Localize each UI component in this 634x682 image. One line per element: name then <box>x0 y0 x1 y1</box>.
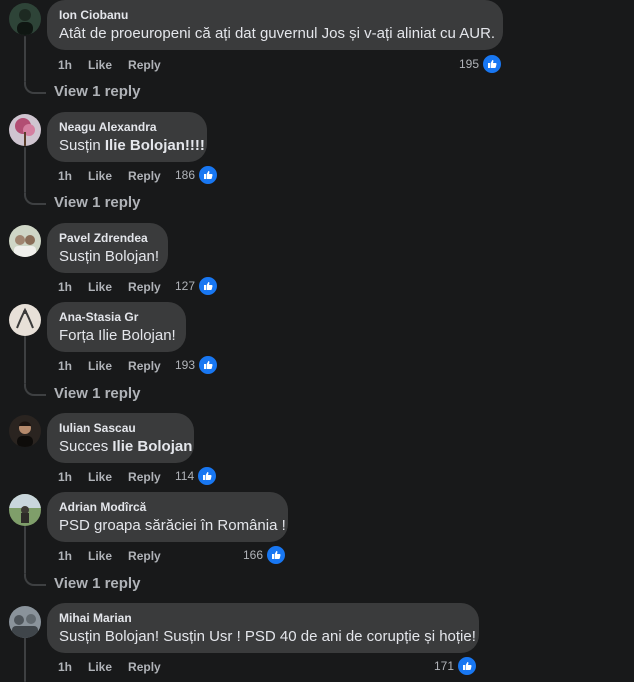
timestamp[interactable]: 1h <box>58 280 72 294</box>
view-replies-link[interactable]: View 1 reply <box>54 194 140 211</box>
comment-bubble: Adrian Modîrcă PSD groapa sărăciei în Ro… <box>47 492 288 542</box>
like-button[interactable]: Like <box>88 58 112 72</box>
thread-line <box>24 526 26 574</box>
comment-text: Succes Ilie Bolojan <box>59 437 192 457</box>
thread-line <box>24 147 26 193</box>
reaction-count[interactable]: 166 <box>243 545 287 565</box>
timestamp[interactable]: 1h <box>58 470 72 484</box>
comment-text-highlight[interactable]: Ilie Bolojan!!!! <box>105 137 205 154</box>
timestamp[interactable]: 1h <box>58 359 72 373</box>
comment-text: PSD groapa sărăciei în România ! <box>59 517 286 534</box>
timestamp[interactable]: 1h <box>58 549 72 563</box>
comment-actions: 1h Like Reply <box>58 168 177 184</box>
comment-bubble: Iulian Sascau Succes Ilie Bolojan <box>47 413 194 463</box>
reaction-count-value: 186 <box>175 168 196 182</box>
view-replies-link[interactable]: View 1 reply <box>54 575 140 592</box>
comment-author[interactable]: Adrian Modîrcă <box>59 499 276 515</box>
reaction-count-value: 171 <box>434 659 455 673</box>
comment-text: Susțin Bolojan! Susțin Usr ! PSD 40 de a… <box>59 628 476 645</box>
thread-line <box>24 636 26 682</box>
comment-author[interactable]: Pavel Zdrendea <box>59 230 156 246</box>
timestamp[interactable]: 1h <box>58 58 72 72</box>
reply-button[interactable]: Reply <box>128 470 161 484</box>
avatar[interactable] <box>9 606 41 638</box>
comment-text: Susțin Ilie Bolojan!!!! <box>59 136 205 156</box>
comment-bubble: Mihai Marian Susțin Bolojan! Susțin Usr … <box>47 603 479 653</box>
comment-bubble: Pavel Zdrendea Susțin Bolojan! <box>47 223 168 273</box>
thread-curve <box>24 384 46 396</box>
thread-line <box>24 336 26 384</box>
timestamp[interactable]: 1h <box>58 169 72 183</box>
timestamp[interactable]: 1h <box>58 660 72 674</box>
comment-actions: 1h Like Reply <box>58 57 177 73</box>
reply-button[interactable]: Reply <box>128 280 161 294</box>
thread-curve <box>24 193 46 205</box>
reaction-count-value: 195 <box>459 57 480 71</box>
avatar[interactable] <box>9 225 41 257</box>
comment-text-highlight[interactable]: Ilie Bolojan <box>112 438 192 455</box>
avatar[interactable] <box>9 494 41 526</box>
comment-actions: 1h Like Reply <box>58 279 177 295</box>
thread-line <box>24 36 26 82</box>
reaction-count-value: 114 <box>175 469 195 483</box>
comment-author[interactable]: Neagu Alexandra <box>59 119 195 135</box>
comment-author[interactable]: Ana-Stasia Gr <box>59 309 174 325</box>
reply-button[interactable]: Reply <box>128 169 161 183</box>
comment-author[interactable]: Mihai Marian <box>59 610 467 626</box>
reaction-count[interactable]: 195 <box>459 54 503 74</box>
thumbs-up-icon <box>198 355 219 375</box>
thumbs-up-icon <box>197 466 218 486</box>
comment-text: Atât de proeuropeni că ați dat guvernul … <box>59 25 496 42</box>
avatar[interactable] <box>9 114 41 146</box>
comment-actions: 1h Like Reply <box>58 358 177 374</box>
avatar[interactable] <box>9 304 41 336</box>
comment-text-part: Susțin <box>59 137 105 154</box>
view-replies-link[interactable]: View 1 reply <box>54 83 140 100</box>
view-replies-link[interactable]: View 1 reply <box>54 385 140 402</box>
like-button[interactable]: Like <box>88 359 112 373</box>
reaction-count-value: 127 <box>175 279 196 293</box>
reply-button[interactable]: Reply <box>128 359 161 373</box>
reply-button[interactable]: Reply <box>128 660 161 674</box>
thumbs-up-icon <box>457 656 478 676</box>
like-button[interactable]: Like <box>88 169 112 183</box>
comment-author[interactable]: Ion Ciobanu <box>59 7 491 23</box>
reaction-count[interactable]: 193 <box>175 355 219 375</box>
thread-curve <box>24 82 46 94</box>
like-button[interactable]: Like <box>88 280 112 294</box>
like-button[interactable]: Like <box>88 549 112 563</box>
comment-actions: 1h Like Reply <box>58 548 177 564</box>
thumbs-up-icon <box>266 545 287 565</box>
reaction-count[interactable]: 127 <box>175 276 219 296</box>
comment-actions: 1h Like Reply <box>58 469 177 485</box>
comment-actions: 1h Like Reply <box>58 659 177 675</box>
thumbs-up-icon <box>198 276 219 296</box>
thumbs-up-icon <box>198 165 219 185</box>
like-button[interactable]: Like <box>88 470 112 484</box>
avatar[interactable] <box>9 415 41 447</box>
reply-button[interactable]: Reply <box>128 549 161 563</box>
reaction-count[interactable]: 186 <box>175 165 219 185</box>
comment-text: Forța Ilie Bolojan! <box>59 327 176 344</box>
reaction-count[interactable]: 171 <box>434 656 478 676</box>
reaction-count-value: 193 <box>175 358 196 372</box>
comment-text-part: Succes <box>59 438 113 455</box>
comment-text: Susțin Bolojan! <box>59 248 160 265</box>
reaction-count-value: 166 <box>243 548 264 562</box>
comment-bubble: Neagu Alexandra Susțin Ilie Bolojan!!!! <box>47 112 207 162</box>
reply-button[interactable]: Reply <box>128 58 161 72</box>
comment-author[interactable]: Iulian Sascau <box>59 420 182 436</box>
like-button[interactable]: Like <box>88 660 112 674</box>
thread-curve <box>24 574 46 586</box>
reaction-count[interactable]: 114 <box>175 466 218 486</box>
comment-bubble: Ion Ciobanu Atât de proeuropeni că ați d… <box>47 0 503 50</box>
thumbs-up-icon <box>482 54 503 74</box>
avatar[interactable] <box>9 3 41 35</box>
comment-bubble: Ana-Stasia Gr Forța Ilie Bolojan! <box>47 302 186 352</box>
